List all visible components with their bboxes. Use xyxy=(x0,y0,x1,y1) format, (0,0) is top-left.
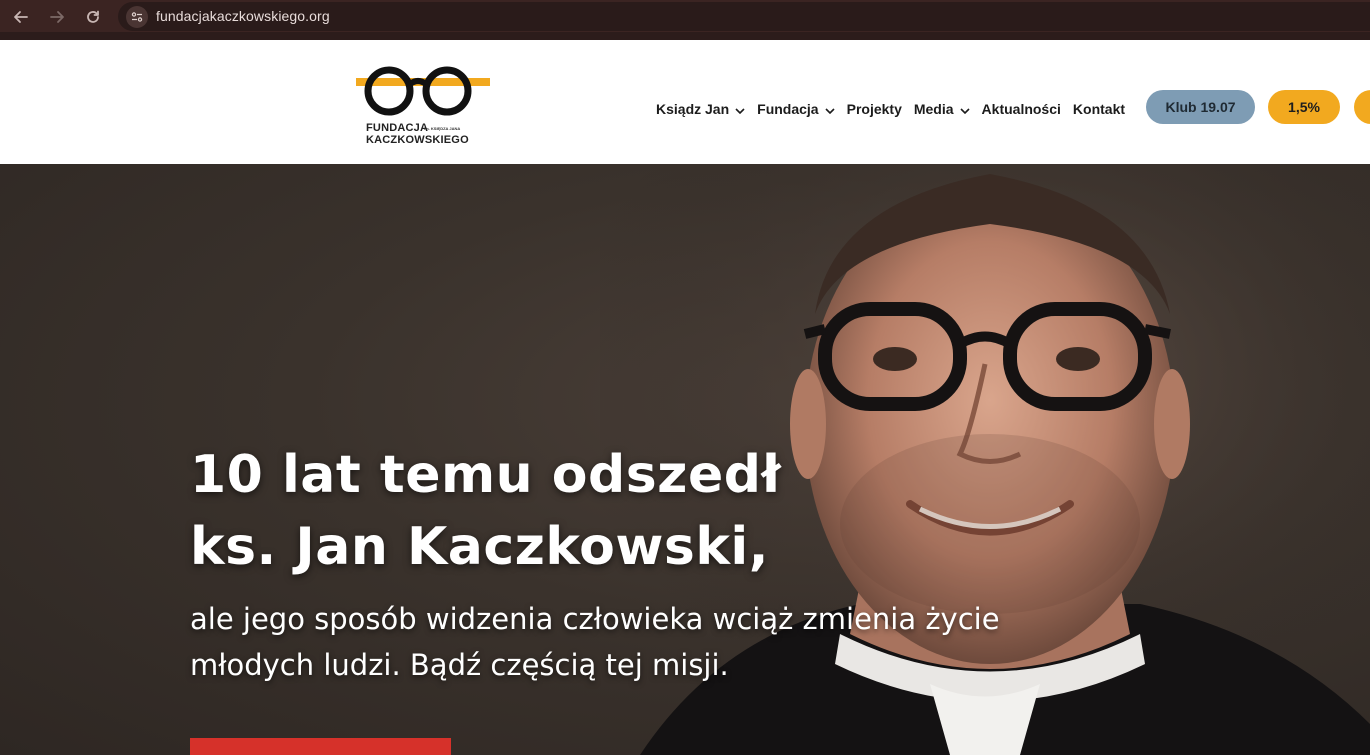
menu-item-label: Kontakt xyxy=(1072,101,1126,117)
klub-button[interactable]: Klub 19.07 xyxy=(1146,90,1255,124)
reload-icon[interactable] xyxy=(82,6,104,28)
menu-item-ksiadz-jan[interactable]: Ksiądz Jan xyxy=(656,99,745,119)
hero-subtitle: ale jego sposób widzenia człowieka wciąż… xyxy=(190,596,1070,688)
chevron-down-icon xyxy=(825,101,835,117)
hero-subtitle-line-1: ale jego sposób widzenia człowieka wciąż… xyxy=(190,602,1000,636)
glasses-logo-icon xyxy=(356,66,490,116)
chevron-down-icon xyxy=(735,101,745,117)
hero-section: 10 lat temu odszedł ks. Jan Kaczkowski, … xyxy=(0,164,1370,755)
logo-line-2: KACZKOWSKIEGO xyxy=(366,134,469,146)
url-text[interactable]: fundacjakaczkowskiego.org xyxy=(156,8,330,24)
logo-line-1: FUNDACJA xyxy=(366,122,429,134)
site-header: FUNDACJA im. KSIĘDZA JANA KACZKOWSKIEGO … xyxy=(0,40,1370,164)
site-settings-icon[interactable] xyxy=(126,6,148,28)
logo-small-text: im. KSIĘDZA JANA xyxy=(424,126,461,131)
menu-item-label: Aktualności xyxy=(981,101,1061,117)
cut-off-button[interactable] xyxy=(1354,90,1370,124)
menu-item-label: Ksiądz Jan xyxy=(656,101,730,117)
hero-cta-button[interactable] xyxy=(190,738,451,755)
chevron-down-icon xyxy=(959,101,970,117)
main-menu: Ksiądz Jan Fundacja Projekty Media Aktua… xyxy=(656,99,1137,119)
hero-title: 10 lat temu odszedł ks. Jan Kaczkowski, xyxy=(190,439,781,583)
menu-item-label: Projekty xyxy=(846,101,902,117)
menu-item-kontakt[interactable]: Kontakt xyxy=(1073,99,1125,119)
hero-title-line-1: 10 lat temu odszedł xyxy=(190,445,782,505)
hero-title-line-2: ks. Jan Kaczkowski, xyxy=(190,517,769,577)
menu-item-aktualnosci[interactable]: Aktualności xyxy=(982,99,1061,119)
one-and-half-percent-button[interactable]: 1,5% xyxy=(1268,90,1340,124)
menu-item-fundacja[interactable]: Fundacja xyxy=(757,99,835,119)
foundation-logo[interactable]: FUNDACJA im. KSIĘDZA JANA KACZKOWSKIEGO xyxy=(356,64,490,148)
menu-item-media[interactable]: Media xyxy=(914,99,970,119)
menu-item-projekty[interactable]: Projekty xyxy=(847,99,902,119)
forward-icon[interactable] xyxy=(46,6,68,28)
menu-item-label: Media xyxy=(913,101,954,117)
browser-toolbar-edge xyxy=(0,32,1370,40)
back-icon[interactable] xyxy=(10,6,32,28)
menu-item-label: Fundacja xyxy=(757,101,819,117)
hero-subtitle-line-2: młodych ludzi. Bądź częścią tej misji. xyxy=(190,648,729,682)
